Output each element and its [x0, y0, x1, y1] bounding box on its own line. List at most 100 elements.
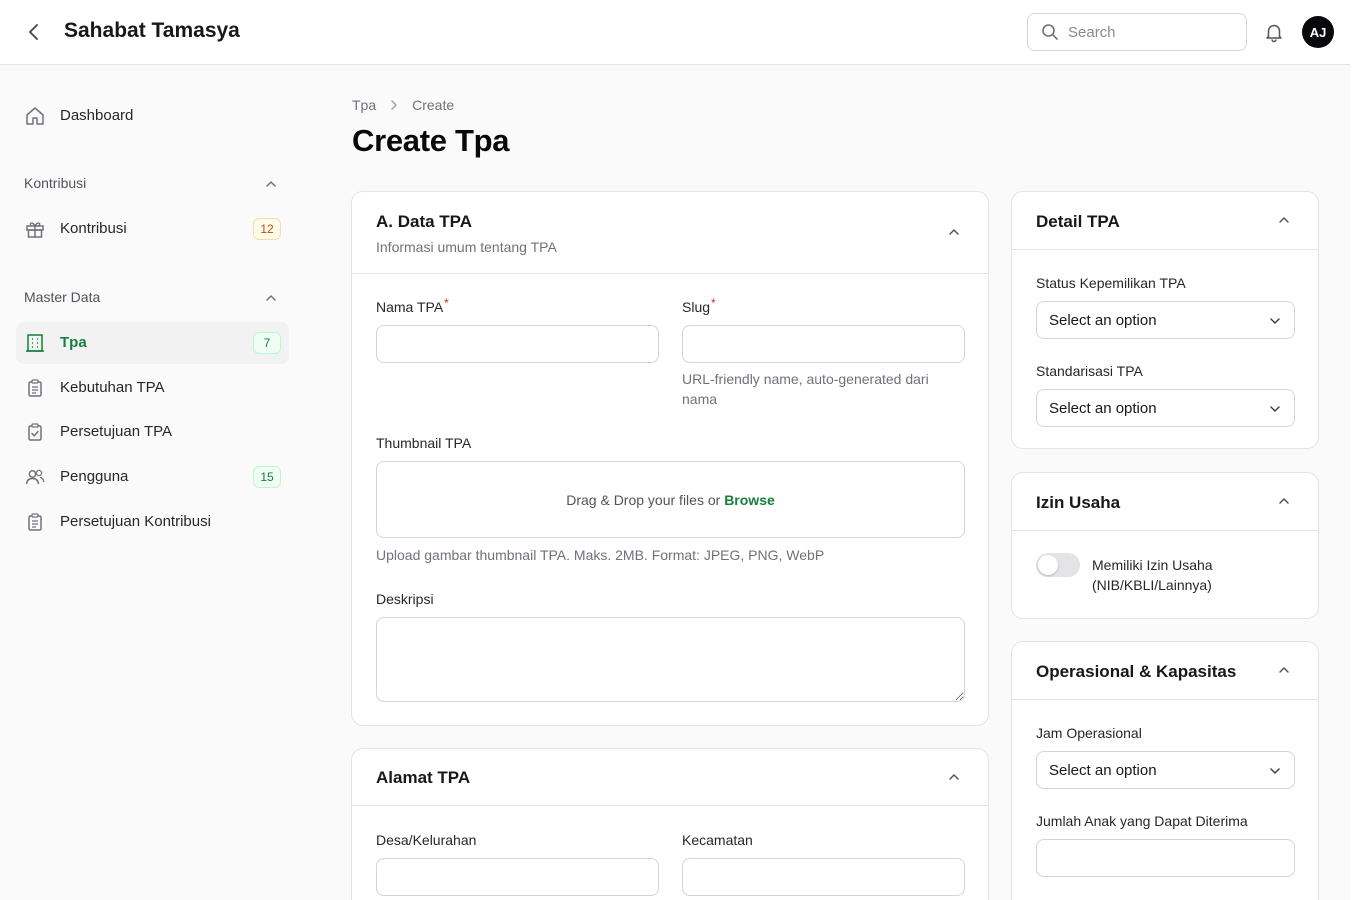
sidebar-item-tpa[interactable]: Tpa 7 — [16, 322, 289, 364]
count-badge: 12 — [253, 218, 281, 240]
home-icon — [26, 107, 44, 125]
section-title: Detail TPA — [1036, 212, 1120, 231]
browse-link[interactable]: Browse — [724, 492, 775, 508]
section-header[interactable]: A. Data TPA Informasi umum tentang TPA — [352, 192, 988, 274]
chevron-up-icon — [266, 181, 276, 187]
alamat-tpa-section: Alamat TPA Desa/Kelurahan Kecamatan — [351, 748, 989, 900]
section-title: A. Data TPA — [376, 212, 473, 231]
building-icon — [26, 334, 44, 352]
search-icon — [1042, 24, 1058, 40]
chevron-left-icon — [29, 24, 38, 40]
chevron-down-icon — [1270, 406, 1280, 412]
search-box[interactable] — [1027, 13, 1247, 51]
breadcrumb: Tpa Create — [352, 97, 454, 113]
chevron-right-icon — [388, 99, 400, 111]
section-header[interactable]: Alamat TPA — [352, 749, 988, 806]
section-subtitle: Informasi umum tentang TPA — [376, 239, 557, 255]
select-value: Select an option — [1049, 400, 1157, 417]
clipboard-check-icon — [28, 423, 42, 441]
izin-usaha-toggle-label: Memiliki Izin Usaha (NIB/KBLI/Lainnya) — [1092, 557, 1213, 593]
clipboard-icon — [28, 513, 42, 531]
jam-operasional-select[interactable]: Select an option — [1036, 751, 1295, 789]
status-kepemilikan-label: Status Kepemilikan TPA — [1036, 275, 1186, 291]
thumbnail-dropzone[interactable]: Drag & Drop your files or Browse — [376, 461, 965, 538]
deskripsi-label: Deskripsi — [376, 591, 434, 607]
izin-usaha-toggle[interactable] — [1036, 553, 1080, 577]
required-mark: * — [444, 296, 449, 310]
section-header[interactable]: Detail TPA — [1012, 192, 1318, 250]
kecamatan-input[interactable] — [682, 858, 965, 896]
breadcrumb-current: Create — [412, 97, 455, 113]
chevron-up-icon[interactable] — [1276, 662, 1292, 678]
toggle-knob — [1038, 555, 1058, 575]
chevron-up-icon[interactable] — [1276, 493, 1292, 509]
select-value: Select an option — [1049, 312, 1157, 329]
jam-operasional-label: Jam Operasional — [1036, 725, 1142, 741]
sidebar-item-dashboard[interactable]: Dashboard — [16, 95, 289, 137]
chevron-down-icon — [1270, 318, 1280, 324]
sidebar-group-label: Kontribusi — [24, 175, 87, 191]
nama-tpa-label: Nama TPA* — [376, 296, 449, 315]
desa-input[interactable] — [376, 858, 659, 896]
chevron-up-icon[interactable] — [1276, 212, 1292, 228]
jumlah-anak-input[interactable] — [1036, 839, 1295, 877]
data-tpa-section: A. Data TPA Informasi umum tentang TPA N… — [351, 191, 989, 726]
page-title: Create Tpa — [352, 123, 510, 158]
slug-label: Slug* — [682, 296, 716, 315]
section-header[interactable]: Izin Usaha — [1012, 473, 1318, 531]
thumbnail-help-text: Upload gambar thumbnail TPA. Maks. 2MB. … — [376, 547, 825, 563]
sidebar-item-label: Tpa — [60, 334, 87, 351]
sidebar-item-kebutuhan-tpa[interactable]: Kebutuhan TPA — [16, 367, 289, 409]
bell-icon — [1266, 24, 1282, 43]
sidebar-item-kontribusi[interactable]: Kontribusi 12 — [16, 208, 289, 250]
required-mark: * — [711, 296, 716, 310]
section-title: Izin Usaha — [1036, 493, 1121, 512]
back-button[interactable] — [22, 20, 46, 44]
deskripsi-textarea[interactable] — [376, 617, 965, 702]
sidebar-item-label: Pengguna — [60, 468, 129, 485]
slug-input[interactable] — [682, 325, 965, 363]
sidebar-item-label: Persetujuan Kontribusi — [60, 513, 211, 530]
kecamatan-label: Kecamatan — [682, 832, 753, 848]
avatar[interactable]: AJ — [1302, 16, 1334, 48]
slug-help-text: URL-friendly name, auto-generated dari n… — [682, 371, 929, 407]
section-title: Operasional & Kapasitas — [1036, 662, 1237, 681]
thumbnail-label: Thumbnail TPA — [376, 435, 472, 451]
select-value: Select an option — [1049, 762, 1157, 779]
sidebar-item-label: Kebutuhan TPA — [60, 379, 165, 396]
notifications-button[interactable] — [1263, 21, 1285, 43]
sidebar-item-persetujuan-tpa[interactable]: Persetujuan TPA — [16, 411, 289, 453]
count-badge: 7 — [253, 332, 281, 354]
users-icon — [25, 469, 45, 485]
sidebar-item-pengguna[interactable]: Pengguna 15 — [16, 456, 289, 498]
gift-icon — [26, 222, 44, 238]
page-scrollbar[interactable] — [1350, 0, 1365, 900]
section-title: Alamat TPA — [376, 768, 471, 787]
chevron-up-icon — [266, 295, 276, 301]
clipboard-icon — [28, 379, 42, 397]
izin-usaha-section: Izin Usaha Memiliki Izin Usaha (NIB/KBLI… — [1011, 472, 1319, 619]
dropzone-text: Drag & Drop your files or Browse — [566, 492, 775, 508]
sidebar-group-kontribusi[interactable]: Kontribusi — [24, 173, 280, 195]
sidebar-item-label: Dashboard — [60, 107, 134, 124]
search-input[interactable] — [1068, 14, 1238, 50]
nama-tpa-input[interactable] — [376, 325, 659, 363]
section-header[interactable]: Operasional & Kapasitas — [1012, 642, 1318, 700]
standarisasi-select[interactable]: Select an option — [1036, 389, 1295, 427]
status-kepemilikan-select[interactable]: Select an option — [1036, 301, 1295, 339]
chevron-up-icon[interactable] — [946, 224, 962, 240]
desa-label: Desa/Kelurahan — [376, 832, 477, 848]
count-badge: 15 — [253, 466, 281, 488]
chevron-up-icon[interactable] — [946, 769, 962, 785]
sidebar-item-label: Persetujuan TPA — [60, 423, 173, 440]
standarisasi-label: Standarisasi TPA — [1036, 363, 1143, 379]
detail-tpa-section: Detail TPA Status Kepemilikan TPA Select… — [1011, 191, 1319, 449]
chevron-down-icon — [1270, 768, 1280, 774]
jumlah-anak-label: Jumlah Anak yang Dapat Diterima — [1036, 813, 1248, 829]
operasional-section: Operasional & Kapasitas Jam Operasional … — [1011, 641, 1319, 900]
sidebar-group-label: Master Data — [24, 289, 101, 305]
breadcrumb-link-tpa[interactable]: Tpa — [352, 97, 376, 113]
sidebar-group-master-data[interactable]: Master Data — [24, 287, 280, 309]
sidebar-item-label: Kontribusi — [60, 220, 127, 237]
sidebar-item-persetujuan-kontribusi[interactable]: Persetujuan Kontribusi — [16, 501, 289, 543]
